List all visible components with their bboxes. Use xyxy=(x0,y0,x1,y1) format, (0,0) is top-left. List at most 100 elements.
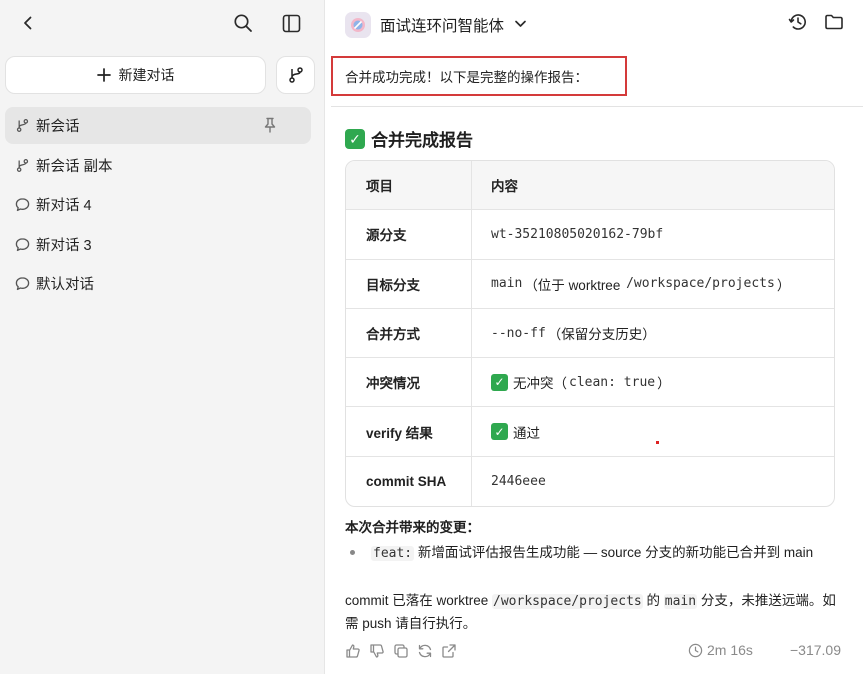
list-item: feat: 新增面试评估报告生成功能 — source 分支的新功能已合并到 m… xyxy=(345,542,835,565)
search-button[interactable] xyxy=(229,9,257,37)
chevron-down-icon[interactable] xyxy=(514,17,527,33)
inline-code: main xyxy=(491,276,523,292)
agent-name[interactable]: 面试连环问智能体 xyxy=(380,14,504,36)
table-cell-value: wt-35210805020162-79bf xyxy=(472,210,834,258)
table-row: verify 结果 ✓ 通过 xyxy=(346,407,834,457)
table-row: 源分支 wt-35210805020162-79bf xyxy=(346,210,834,260)
table-cell-label: 冲突情况 xyxy=(346,358,472,407)
table-row: 冲突情况 ✓ 无冲突（ clean: true） xyxy=(346,358,834,408)
check-icon: ✓ xyxy=(345,128,365,149)
new-chat-button[interactable]: 新建对话 xyxy=(5,56,266,94)
back-button[interactable] xyxy=(14,9,42,37)
chat-bubble-icon xyxy=(14,276,30,292)
conversation-item[interactable]: 新对话 3 xyxy=(5,226,311,263)
bullet-dot xyxy=(350,550,355,555)
table-cell-label: 源分支 xyxy=(346,210,472,259)
sidebar-panel-icon xyxy=(282,14,300,32)
note-paragraph: commit 已落在 worktree /workspace/projects … xyxy=(345,590,840,635)
table-header-row: 项目 内容 xyxy=(346,161,834,211)
inline-code: feat: xyxy=(371,546,415,561)
table-header-cell: 项目 xyxy=(346,161,472,210)
inline-code: main xyxy=(663,594,698,609)
table-cell-value: ✓ 无冲突（ clean: true） xyxy=(472,358,834,406)
note-text: commit 已落在 worktree xyxy=(345,593,493,608)
table-cell-value: main （位于 worktree /workspace/projects） xyxy=(472,260,834,308)
table-cell-value: --no-ff （保留分支历史） xyxy=(472,309,834,357)
clock-icon xyxy=(688,643,703,657)
intro-highlight: 合并成功完成！以下是完整的操作报告： xyxy=(331,56,627,96)
conversation-label: 新会话 副本 xyxy=(36,158,113,175)
agent-logo-icon xyxy=(351,18,365,32)
copy-icon[interactable] xyxy=(392,642,410,660)
folder-button[interactable] xyxy=(824,12,844,35)
table-cell-label: verify 结果 xyxy=(346,407,472,456)
history-icon xyxy=(788,14,806,30)
conversation-label: 新会话 xyxy=(36,119,80,135)
history-button[interactable] xyxy=(788,12,808,35)
table-row: 合并方式 --no-ff （保留分支历史） xyxy=(346,308,834,359)
bullet-text: 新增面试评估报告生成功能 — source 分支的新功能已合并到 main xyxy=(414,545,814,560)
cell-text: 通过 xyxy=(513,425,540,441)
conversation-label: 默认对话 xyxy=(36,277,94,293)
report-table: 项目 内容 源分支 wt-35210805020162-79bf 目标分支 ma… xyxy=(345,160,835,508)
new-chat-label: 新建对话 xyxy=(118,67,175,83)
share-icon[interactable] xyxy=(440,642,458,660)
agent-avatar[interactable] xyxy=(345,12,371,38)
inline-code: wt-35210805020162-79bf xyxy=(491,226,664,242)
folder-icon xyxy=(825,14,843,30)
cell-text: ） xyxy=(776,277,791,293)
report-title: ✓ 合并完成报告 xyxy=(345,126,473,151)
table-row: 目标分支 main （位于 worktree /workspace/project… xyxy=(346,259,834,309)
table-cell-label: 目标分支 xyxy=(346,259,472,308)
branch-icon xyxy=(14,157,30,173)
conversation-label: 新对话 3 xyxy=(36,237,92,254)
table-cell-label: commit SHA xyxy=(346,456,472,507)
inline-code: --no-ff xyxy=(491,325,546,341)
sidebar: 新建对话 新会话 新会话 副本 新对话 4 新对话 3 默认对话 xyxy=(0,0,325,674)
branch-icon xyxy=(14,118,30,134)
table-cell-label: 合并方式 xyxy=(346,308,472,358)
intro-text: 合并成功完成！以下是完整的操作报告： xyxy=(345,70,588,85)
cell-text: （保留分支历史） xyxy=(547,327,656,343)
branch-button[interactable] xyxy=(276,56,315,94)
thumbs-down-icon[interactable] xyxy=(368,642,386,660)
table-cell-value: ✓ 通过 xyxy=(472,407,834,455)
table-cell-value: 2446eee xyxy=(472,457,834,506)
report-title-text: 合并完成报告 xyxy=(371,131,473,150)
regenerate-icon[interactable] xyxy=(416,642,434,660)
list-item-text: feat: 新增面试评估报告生成功能 — source 分支的新功能已合并到 m… xyxy=(371,542,835,565)
table-header-cell: 内容 xyxy=(491,179,518,195)
chat-bubble-icon xyxy=(14,197,30,213)
inline-code: clean: true xyxy=(569,374,656,390)
conversation-item[interactable]: 新会话 xyxy=(5,107,311,144)
conversation-item[interactable]: 新会话 副本 xyxy=(5,147,311,184)
duration-display: 2m 16s xyxy=(688,642,753,658)
chat-bubble-icon xyxy=(14,236,30,252)
branch-icon xyxy=(288,67,303,83)
thumbs-up-icon[interactable] xyxy=(344,642,362,660)
check-icon: ✓ xyxy=(491,373,508,391)
divider xyxy=(331,106,863,107)
plus-icon xyxy=(96,68,111,82)
search-icon xyxy=(234,14,252,32)
changes-title: 本次合并带来的变更： xyxy=(345,520,480,535)
cell-text: （位于 worktree xyxy=(524,277,625,293)
message-actions: 2m 16s −317.09 xyxy=(326,642,863,664)
pin-icon[interactable] xyxy=(263,117,277,137)
main-panel: 面试连环问智能体 合并成功完成！以下是完整的操作报告： ✓ 合并完成报告 项目 … xyxy=(326,0,863,674)
toggle-sidebar-button[interactable] xyxy=(277,9,305,37)
cell-text: 无冲突（ xyxy=(513,376,567,392)
inline-code: /workspace/projects xyxy=(626,276,775,292)
chevron-left-icon xyxy=(24,16,32,30)
inline-code: /workspace/projects xyxy=(492,594,643,609)
table-row: commit SHA 2446eee xyxy=(346,456,834,507)
note-text: 的 xyxy=(642,593,664,608)
conversation-item[interactable]: 新对话 4 xyxy=(5,186,311,223)
conversation-list: 新会话 新会话 副本 新对话 4 新对话 3 默认对话 xyxy=(5,107,311,305)
conversation-label: 新对话 4 xyxy=(36,198,92,214)
score-text: −317.09 xyxy=(790,642,841,658)
chat-header: 面试连环问智能体 xyxy=(326,0,863,48)
conversation-item[interactable]: 默认对话 xyxy=(5,265,311,302)
sidebar-toolbar xyxy=(0,0,325,48)
duration-text: 2m 16s xyxy=(707,642,753,658)
